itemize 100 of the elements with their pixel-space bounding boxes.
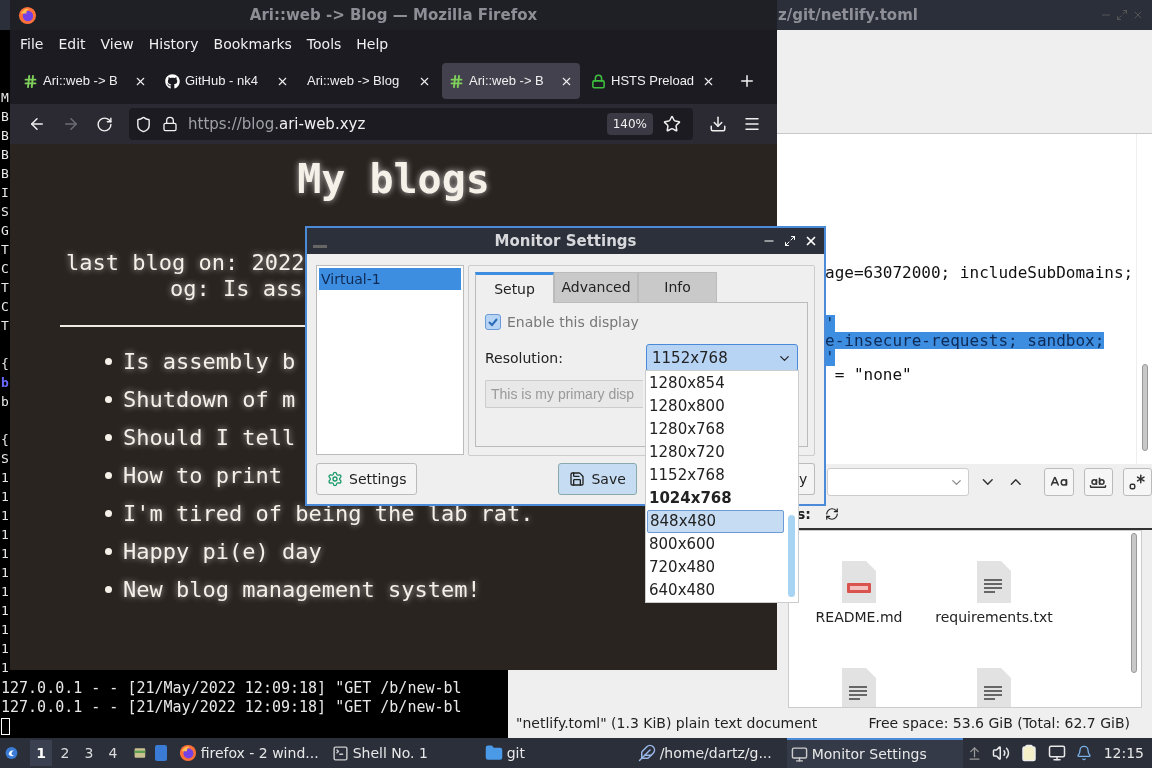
- workspace-button[interactable]: 1: [30, 740, 52, 766]
- clock[interactable]: 12:15: [1103, 742, 1144, 764]
- menu-item[interactable]: Bookmarks: [213, 33, 292, 55]
- menu-item[interactable]: View: [100, 33, 134, 55]
- resolution-option[interactable]: 1152x768: [647, 464, 784, 487]
- tab[interactable]: Info: [638, 272, 717, 303]
- clipboard-icon[interactable]: [1019, 744, 1038, 762]
- tab[interactable]: Setup: [475, 272, 554, 303]
- page-heading: My blogs: [297, 155, 490, 204]
- free-space-text: Free space: 53.6 GiB (Total: 62.7 GiB): [868, 713, 1130, 733]
- resolution-dropdown[interactable]: 1152x768: [646, 344, 798, 372]
- file-name[interactable]: requirements.txt: [935, 607, 1053, 628]
- taskbar-task[interactable]: Shell No. 1: [327, 738, 481, 768]
- menu-item[interactable]: History: [148, 33, 199, 55]
- regex-button[interactable]: [1122, 468, 1152, 496]
- checkbox[interactable]: [485, 314, 501, 330]
- workspace-button[interactable]: 2: [54, 740, 76, 766]
- save-button[interactable]: Save: [558, 463, 637, 495]
- menu-icon[interactable]: [743, 115, 761, 133]
- taskbar-task[interactable]: firefox - 2 wind...: [174, 738, 328, 768]
- notification-icon[interactable]: [1075, 745, 1092, 761]
- browser-tab[interactable]: HSTS Preload: [584, 63, 722, 99]
- file-name[interactable]: README.md: [815, 607, 903, 628]
- network-icon[interactable]: [1047, 744, 1066, 762]
- post-link[interactable]: Happy pi(e) day: [123, 534, 322, 568]
- browser-tab[interactable]: Ari::web -> Blog: [300, 63, 438, 99]
- tab[interactable]: Advanced: [554, 272, 638, 303]
- search-field[interactable]: [827, 468, 970, 496]
- settings-button[interactable]: Settings: [316, 463, 418, 495]
- download-icon[interactable]: [709, 115, 727, 133]
- status-text: "netlify.toml" (1.3 KiB) plain text document: [516, 713, 818, 733]
- resolution-label: Resolution:: [485, 348, 564, 368]
- whole-word-button[interactable]: [1083, 468, 1113, 496]
- resolution-option[interactable]: 1280x854: [647, 372, 784, 395]
- post-link[interactable]: How to print: [123, 458, 282, 492]
- browser-tab[interactable]: GitHub - nk4: [158, 63, 296, 99]
- terminal-text: C: [1, 298, 9, 316]
- resolution-option[interactable]: 1280x720: [647, 441, 784, 464]
- zoom-badge[interactable]: 140%: [606, 113, 653, 135]
- taskbar-task[interactable]: /home/dartz/g...: [633, 738, 787, 768]
- output-item[interactable]: Virtual-1: [319, 268, 461, 290]
- post-link[interactable]: New blog management system!: [123, 572, 481, 606]
- browser-tab[interactable]: Ari::web -> B: [16, 63, 154, 99]
- code-line: age=63072000; includeSubDomains;: [825, 264, 1134, 281]
- volume-icon[interactable]: [991, 744, 1010, 762]
- lock-icon: [591, 73, 606, 89]
- workspace-button[interactable]: 3: [78, 740, 100, 766]
- terminal-text: C: [1, 260, 9, 278]
- reload-icon[interactable]: [96, 115, 113, 133]
- resolution-option[interactable]: 1280x768: [647, 418, 784, 441]
- desktop-icon[interactable]: [154, 745, 167, 761]
- browser-logo-icon: [178, 744, 197, 762]
- window-title: z/git/netlify.toml: [778, 4, 919, 26]
- terminal-text: 1: [1, 602, 9, 620]
- menu-item[interactable]: Edit: [58, 33, 86, 55]
- resolution-option[interactable]: 1024x768: [647, 487, 784, 510]
- cat-logo-icon: [165, 73, 180, 89]
- scrollbar-thumb[interactable]: [1131, 533, 1137, 673]
- match-case-button[interactable]: [1044, 468, 1074, 496]
- last-blog-text: last blog on: 2022: [66, 250, 305, 276]
- post-link[interactable]: Should I tell: [123, 420, 296, 454]
- resolution-option[interactable]: 640x480: [647, 579, 784, 602]
- terminal-text: S: [1, 203, 9, 221]
- terminal-text: b: [1, 374, 9, 392]
- close-icon[interactable]: [804, 234, 818, 248]
- browser-tab[interactable]: Ari::web -> B: [442, 63, 580, 99]
- resolution-option[interactable]: 800x600: [647, 533, 784, 556]
- resolution-option[interactable]: 1280x800: [647, 395, 784, 418]
- terminal-text: B: [1, 146, 9, 164]
- workspace-button[interactable]: 4: [102, 740, 124, 766]
- taskbar-task[interactable]: git: [480, 738, 634, 768]
- shield-icon[interactable]: [135, 115, 152, 133]
- dialog-button[interactable]: y: [799, 463, 815, 495]
- address-bar[interactable]: https://blog.ari-web.xyz 140%: [129, 108, 693, 140]
- terminal-text: I: [1, 184, 9, 202]
- resolution-option[interactable]: 720x480: [647, 556, 784, 579]
- menu-item[interactable]: Help: [356, 33, 389, 55]
- scrollbar-thumb[interactable]: [787, 515, 795, 597]
- scrollbar-thumb[interactable]: [1141, 364, 1148, 451]
- menu-item[interactable]: File: [20, 33, 44, 55]
- log-line: 127.0.0.1 - - [21/May/2022 12:09:18] "GET /b/new-bl: [1, 679, 462, 698]
- refresh-icon[interactable]: [824, 507, 839, 521]
- lock-icon[interactable]: [162, 116, 178, 132]
- menu-item[interactable]: Tools: [306, 33, 342, 55]
- tab-title: Ari::web -> Blog: [307, 72, 401, 91]
- new-tab-icon[interactable]: [738, 72, 756, 90]
- terminal-text: 1: [1, 640, 9, 658]
- resolution-option[interactable]: 848x480: [647, 510, 784, 533]
- star-icon[interactable]: [663, 115, 681, 133]
- taskbar-task[interactable]: Monitor Settings: [786, 738, 963, 768]
- post-link[interactable]: Shutdown of m: [123, 382, 296, 416]
- floppy-icon: [569, 471, 586, 487]
- back-icon[interactable]: [28, 115, 46, 133]
- maximize-icon[interactable]: [784, 235, 796, 247]
- terminal-text: B: [1, 127, 9, 145]
- url-text: https://blog.ari-web.xyz: [188, 113, 366, 135]
- terminal-text: T: [1, 241, 9, 259]
- post-link[interactable]: Is assembly b: [123, 344, 296, 378]
- tab-title: HSTS Preload: [611, 72, 696, 91]
- terminal-text: B: [1, 165, 9, 183]
